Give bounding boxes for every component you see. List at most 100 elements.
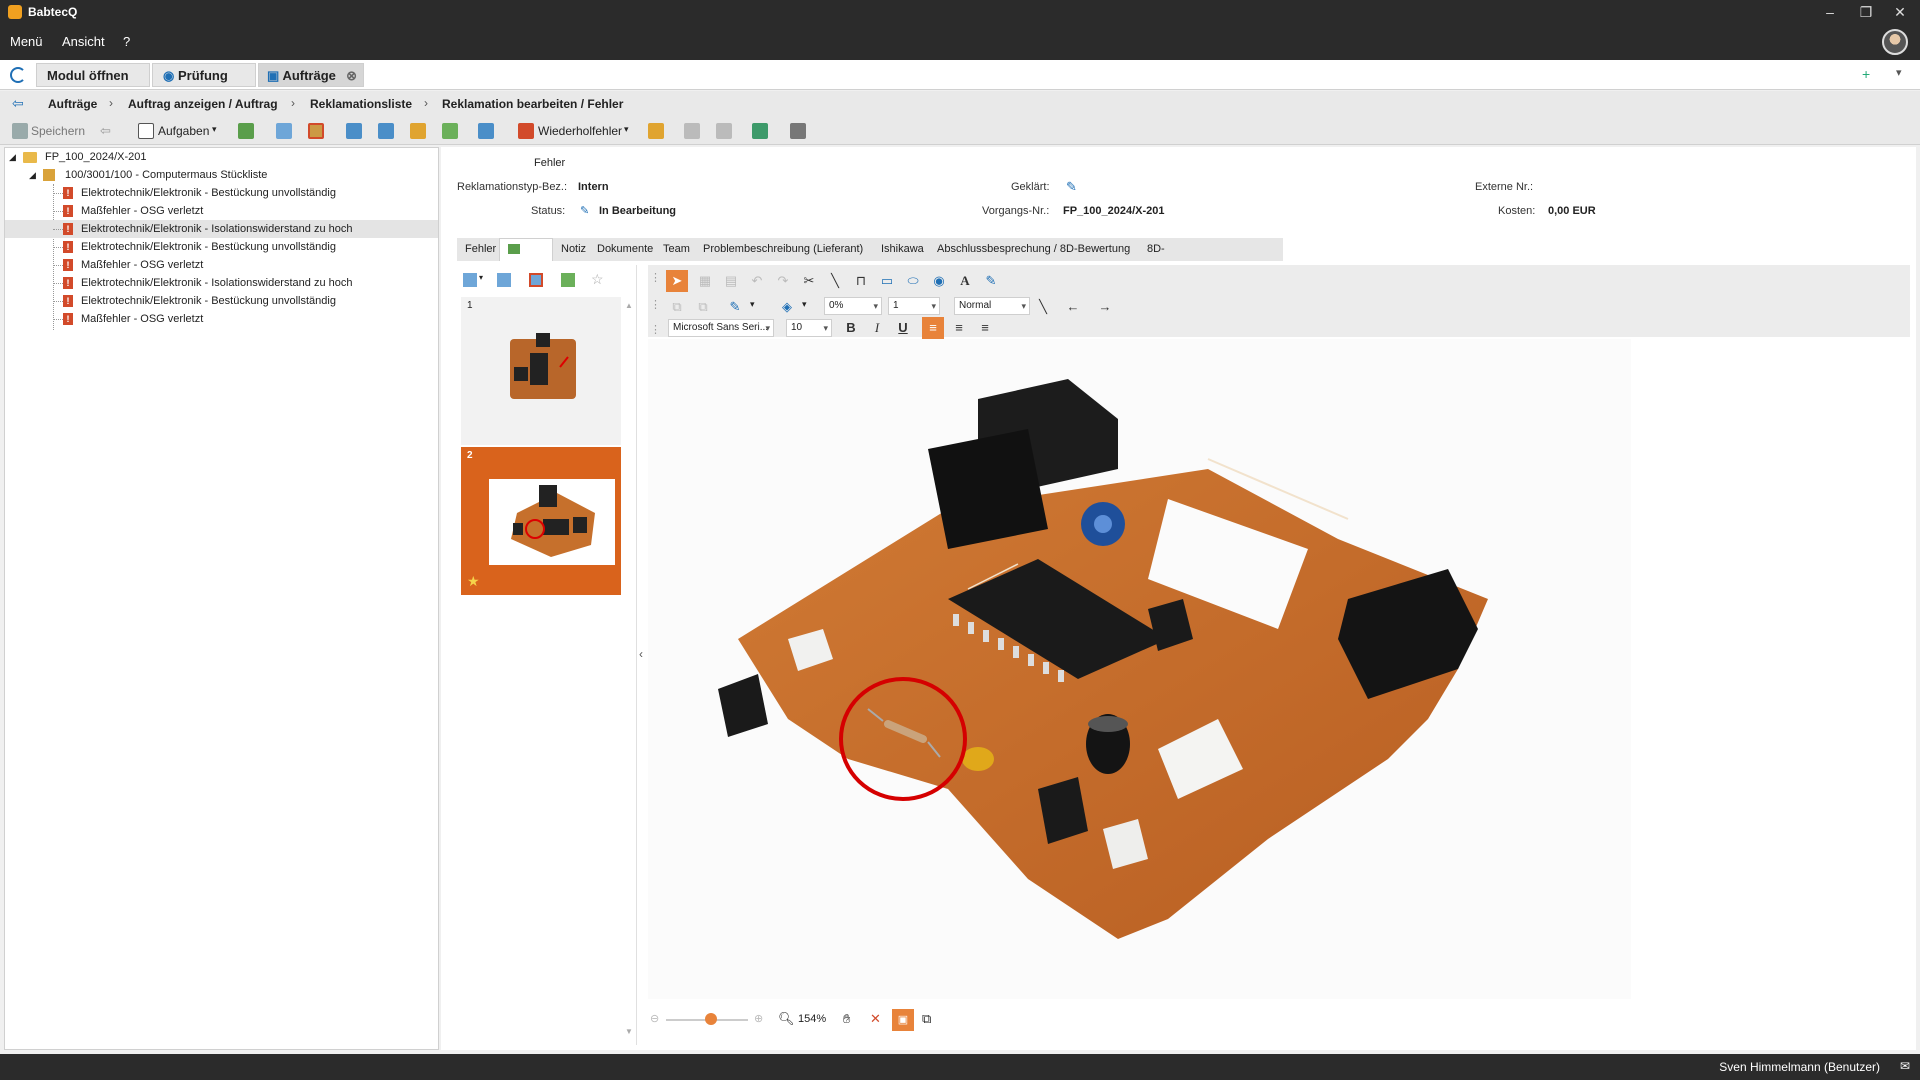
mail-icon[interactable]: ✉ xyxy=(1900,1059,1910,1073)
ellipse-tool-icon[interactable]: ⬭ xyxy=(902,270,924,292)
subtab-7[interactable]: Abschlussbesprechung / 8D-Bewertung xyxy=(929,238,1139,261)
collapse-panel-icon[interactable]: ‹ xyxy=(639,647,643,661)
undo-icon[interactable]: ⇦ xyxy=(100,123,116,139)
align-center-icon[interactable]: ≡ xyxy=(948,317,970,339)
menu-item-view[interactable]: Ansicht xyxy=(62,34,105,49)
save-icon[interactable] xyxy=(12,123,28,139)
line-end-none-icon[interactable]: ╲ xyxy=(1032,296,1054,318)
italic-button[interactable]: I xyxy=(866,317,888,339)
replace-image-icon[interactable] xyxy=(561,273,575,287)
crop-icon[interactable]: ▦ xyxy=(694,270,716,292)
split-icon[interactable] xyxy=(346,123,362,139)
add-image-icon[interactable] xyxy=(463,273,477,287)
tab-auftraege[interactable]: ▣ Aufträge ⊗ xyxy=(258,63,364,87)
tree-item[interactable]: ! Maßfehler - OSG verletzt xyxy=(5,256,438,274)
fill-color-icon[interactable]: ◈ xyxy=(776,296,798,318)
pencil-icon[interactable]: ✎ xyxy=(580,204,589,217)
underline-button[interactable]: U xyxy=(892,317,914,339)
chevron-down-icon[interactable]: ▾ xyxy=(1896,66,1902,79)
tree-item[interactable]: ! Elektrotechnik/Elektronik - Bestückung … xyxy=(5,238,438,256)
bring-forward-icon[interactable]: ⧉ xyxy=(666,296,688,318)
tasks-button[interactable]: Aufgaben xyxy=(158,124,209,138)
line-tool-icon[interactable]: ╲ xyxy=(824,270,846,292)
thumbnail-1[interactable]: 1 xyxy=(461,297,621,445)
select-tool-icon[interactable]: ➤ xyxy=(666,270,688,292)
pan-hand-icon[interactable]: ✋︎ xyxy=(843,1011,850,1027)
zoom-in-icon[interactable]: ⊕ xyxy=(754,1012,763,1025)
subtab-8[interactable]: 8D-Fristen xyxy=(1139,238,1199,278)
breadcrumb-item[interactable]: Reklamationsliste xyxy=(310,97,412,111)
tree-item[interactable]: ! Maßfehler - OSG verletzt xyxy=(5,310,438,328)
export-icon[interactable] xyxy=(752,123,768,139)
copy-image-icon[interactable] xyxy=(497,273,511,287)
dimension-tool-icon[interactable]: ⊓ xyxy=(850,270,872,292)
zoom-slider-thumb[interactable] xyxy=(705,1013,718,1025)
repeat-error-button[interactable]: Wiederholfehler xyxy=(538,124,622,138)
tree-item[interactable]: ! Elektrotechnik/Elektronik - Bestückung … xyxy=(5,292,438,310)
fit-off-icon[interactable]: ✕ xyxy=(870,1011,881,1027)
screenshot-icon[interactable]: ⧉ xyxy=(922,1011,931,1027)
chevron-down-icon[interactable]: ▾ xyxy=(479,273,483,282)
opacity-select[interactable]: 0% xyxy=(824,297,882,315)
tab-module-open[interactable]: Modul öffnen xyxy=(36,63,150,87)
cut-icon[interactable]: ✂ xyxy=(798,270,820,292)
connect-icon[interactable] xyxy=(684,123,700,139)
transfer-icon[interactable] xyxy=(648,123,664,139)
magnifier-icon[interactable]: 🔍︎ xyxy=(778,1011,795,1027)
save-button[interactable]: Speichern xyxy=(31,124,85,138)
tasks-icon[interactable] xyxy=(138,123,154,139)
tree-item[interactable]: ! Maßfehler - OSG verletzt xyxy=(5,202,438,220)
rectangle-tool-icon[interactable]: ▭ xyxy=(876,270,898,292)
close-window-button[interactable]: ✕ xyxy=(1888,3,1912,21)
image-canvas[interactable] xyxy=(648,339,1631,999)
refresh-icon[interactable] xyxy=(10,67,26,83)
copy-icon[interactable] xyxy=(276,123,292,139)
tree-root[interactable]: ◢ FP_100_2024/X-201 xyxy=(5,148,438,166)
subtab-6[interactable]: Ishikawa xyxy=(873,238,929,261)
text-tool-icon[interactable]: A xyxy=(954,270,976,292)
menu-item-menu[interactable]: Menü xyxy=(10,34,43,49)
tab-pruefung[interactable]: ◉ Prüfung xyxy=(152,63,256,87)
align-right-icon[interactable]: ≡ xyxy=(974,317,996,339)
add-item-icon[interactable] xyxy=(410,123,426,139)
scroll-up-icon[interactable]: ▲ xyxy=(625,301,633,310)
print-icon[interactable] xyxy=(790,123,806,139)
link-icon[interactable] xyxy=(442,123,458,139)
move-icon[interactable] xyxy=(478,123,494,139)
add-tab-icon[interactable]: + xyxy=(1862,66,1870,82)
tree-item[interactable]: ! Elektrotechnik/Elektronik - Bestückung … xyxy=(5,184,438,202)
chevron-down-icon[interactable]: ▾ xyxy=(802,299,807,310)
disconnect-icon[interactable] xyxy=(716,123,732,139)
open-folder-icon[interactable] xyxy=(238,123,254,139)
zoom-out-icon[interactable]: ⊖ xyxy=(650,1012,659,1025)
scroll-down-icon[interactable]: ▼ xyxy=(625,1027,633,1036)
font-family-select[interactable]: Microsoft Sans Seri... xyxy=(668,319,774,337)
line-width-select[interactable]: 1 xyxy=(888,297,940,315)
line-color-icon[interactable]: ✎ xyxy=(724,296,746,318)
arrow-left-icon[interactable]: ← xyxy=(1062,296,1084,318)
menu-item-help[interactable]: ? xyxy=(123,34,130,49)
undo-icon[interactable]: ↶ xyxy=(746,270,768,292)
repeat-error-icon[interactable] xyxy=(518,123,534,139)
collapse-icon[interactable]: ◢ xyxy=(9,148,16,166)
delete-image-icon[interactable] xyxy=(529,273,543,287)
subtab-1[interactable]: Bilder xyxy=(499,238,553,279)
tree-child[interactable]: ◢ 100/3001/100 - Computermaus Stückliste xyxy=(5,166,438,184)
thumbnail-2[interactable]: 2 ★ xyxy=(461,447,621,595)
breadcrumb-item[interactable]: Auftrag anzeigen / Auftrag xyxy=(128,97,278,111)
delete-icon[interactable] xyxy=(308,123,324,139)
redo-icon[interactable]: ↷ xyxy=(772,270,794,292)
subtab-5[interactable]: Problembeschreibung (Lieferant) xyxy=(695,238,873,261)
chevron-down-icon[interactable]: ▾ xyxy=(750,299,755,310)
align-left-icon[interactable]: ≡ xyxy=(922,317,944,339)
breadcrumb-item[interactable]: Aufträge xyxy=(48,97,97,111)
tree-item[interactable]: ! Elektrotechnik/Elektronik - Isolationsw… xyxy=(5,220,438,238)
arrow-right-icon[interactable]: → xyxy=(1094,296,1116,318)
minimize-button[interactable]: – xyxy=(1818,3,1842,21)
close-tab-icon[interactable]: ⊗ xyxy=(346,64,357,88)
subtab-4[interactable]: Team xyxy=(655,238,695,261)
pen-tool-icon[interactable]: ✎ xyxy=(980,270,1002,292)
restore-button[interactable]: ❐ xyxy=(1854,3,1878,21)
fit-to-window-icon[interactable]: ▣ xyxy=(892,1009,914,1031)
send-backward-icon[interactable]: ⧉ xyxy=(692,296,714,318)
